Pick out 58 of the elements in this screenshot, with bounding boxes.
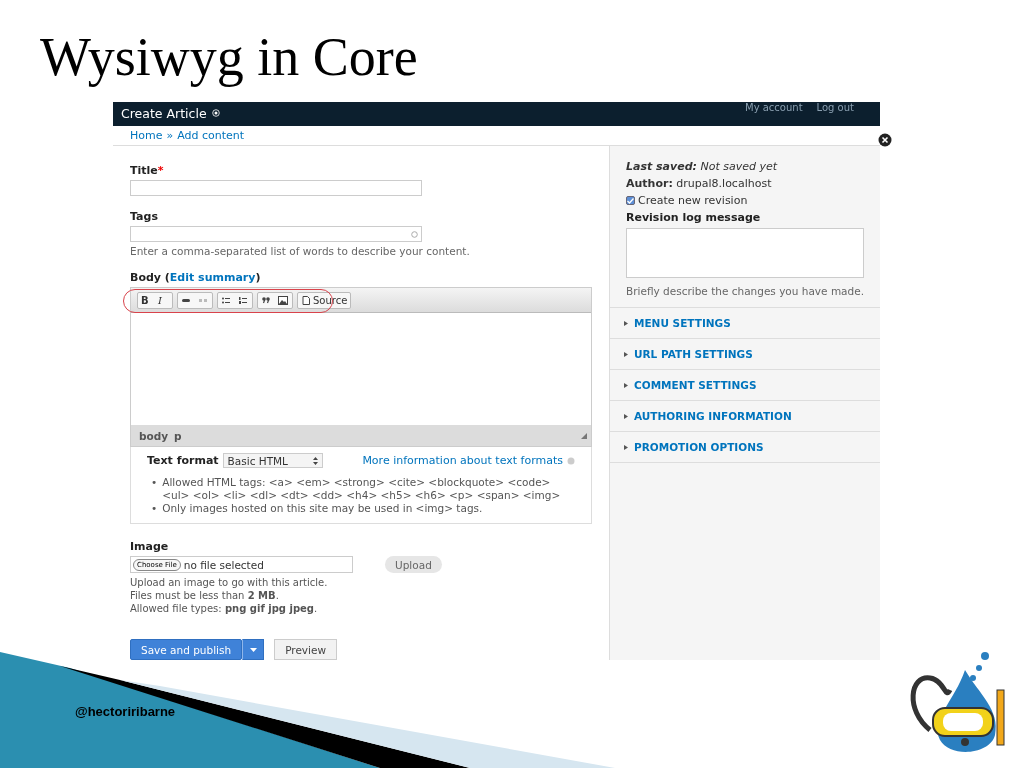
image-help-text: Files must be less than 2 MB. [130,589,280,602]
image-help-text: Upload an image to go with this article. [130,576,329,589]
body-label: Body (Edit summary) [130,271,262,284]
close-icon[interactable] [878,133,892,147]
revision-checkbox-label: Create new revision [638,194,748,207]
settings-section-link[interactable]: PROMOTION OPTIONS [610,432,880,463]
last-saved-text: Last saved: Not saved yet [626,160,779,173]
numbered-list-icon [238,295,248,305]
author-text: Author: drupal8.localhost [626,177,773,190]
header-link[interactable]: My account [745,102,803,113]
element-path[interactable]: p [174,429,182,442]
settings-section-link[interactable]: AUTHORING INFORMATION [610,401,880,432]
settings-section-link[interactable]: MENU SETTINGS [610,308,880,339]
select-arrows-icon [312,456,318,465]
revision-log-label: Revision log message [626,211,762,224]
format-tip: Allowed HTML tags: <a> <em> <strong> <cite> <blockquote> <code> <ul> <ol> <li> <dl> <dt> <dd> <h4> <h5> <h6> <p> <span> <img> [162,476,562,502]
resize-grip-icon[interactable] [581,433,587,439]
revision-checkbox[interactable] [626,196,635,205]
title-label: Title* [130,164,165,177]
bold-button[interactable]: B [138,292,155,308]
autocomplete-icon [411,231,418,238]
image-help-text: Allowed file types: png gif jpg jpeg. [130,602,319,615]
revision-log-hint: Briefly describe the changes you have made. [626,285,864,297]
source-button[interactable]: Source [298,292,351,308]
text-format-select[interactable]: Basic HTML [222,453,323,468]
tags-hint: Enter a comma-separated list of words to describe your content. [130,245,471,257]
upload-button[interactable]: Upload [385,556,442,573]
document-icon [301,295,311,305]
title-field[interactable] [130,180,422,196]
bullet: • [151,502,158,515]
more-info-link[interactable]: More information about text formats [362,454,563,467]
bullet: • [151,476,158,489]
page-title: Create Article [121,105,220,121]
format-tip: Only images hosted on this site may be used in <img> tags. [162,502,483,515]
footer-handle: @hectoriribarne [75,704,176,719]
save-options-button[interactable] [242,639,265,660]
quote-icon [261,295,271,305]
breadcrumb-link[interactable]: Home [130,128,163,142]
slide-title: Wysiwyg in Core [40,26,419,89]
tags-label: Tags [130,210,159,223]
bulleted-list-icon [221,295,231,305]
edit-summary-link[interactable]: Edit summary [169,271,256,284]
settings-section-link[interactable]: COMMENT SETTINGS [610,370,880,401]
breadcrumb-separator: » [166,128,174,142]
image-label: Image [130,540,170,553]
settings-section-link[interactable]: URL PATH SETTINGS [610,339,880,370]
italic-button[interactable]: I [155,292,172,308]
save-button[interactable]: Save and publish [130,639,243,660]
revision-log-field[interactable] [626,228,864,278]
text-format-label: Text format [147,454,219,467]
preview-button[interactable]: Preview [274,639,338,660]
tags-field[interactable] [130,226,422,242]
breadcrumb-link[interactable]: Add content [177,128,245,142]
help-icon [567,456,575,465]
image-icon [278,295,288,305]
file-status: no file selected [183,558,264,571]
element-path[interactable]: body [139,429,169,442]
header-link[interactable]: Log out [816,102,854,113]
